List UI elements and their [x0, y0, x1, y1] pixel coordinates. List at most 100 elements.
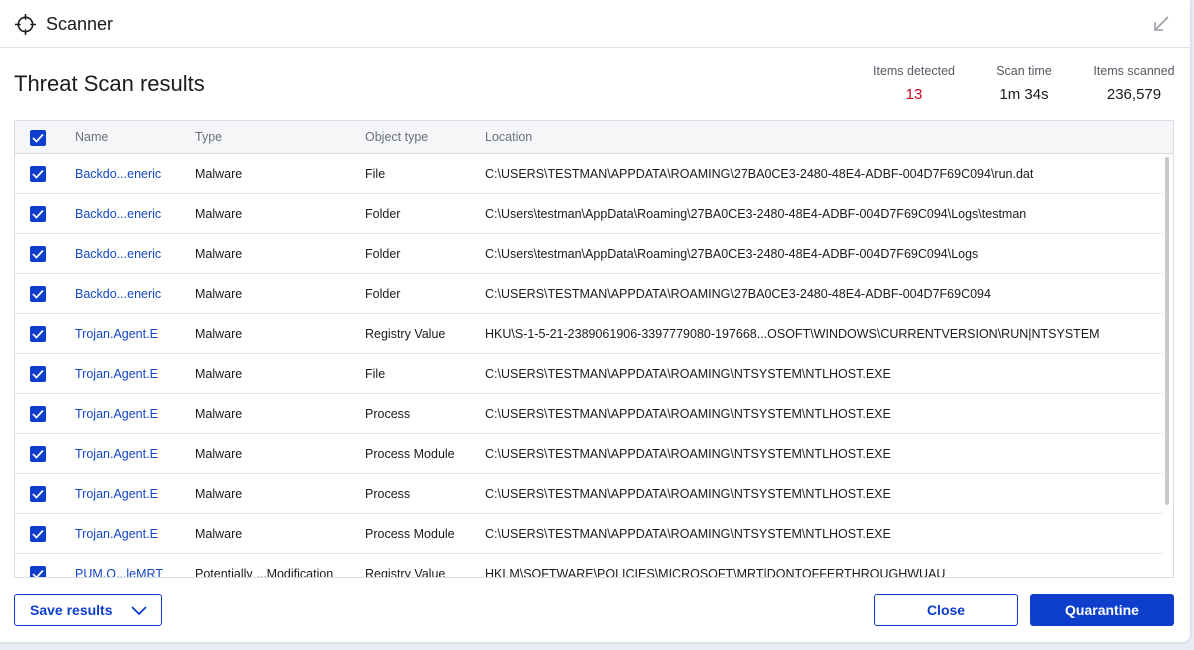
threat-location: C:\USERS\TESTMAN\APPDATA\ROAMING\NTSYSTE… — [485, 407, 891, 421]
threat-location: C:\Users\testman\AppData\Roaming\27BA0CE… — [485, 207, 1027, 221]
row-checkbox[interactable] — [30, 286, 46, 302]
object-type: File — [365, 167, 386, 181]
threat-location: C:\USERS\TESTMAN\APPDATA\ROAMING\27BA0CE… — [485, 287, 991, 301]
row-checkbox[interactable] — [30, 486, 46, 502]
stat-items-detected: Items detected 13 — [866, 64, 962, 103]
table-row[interactable]: Trojan.Agent.E Malware Registry Value HKU\S… — [15, 314, 1163, 354]
threat-type: Malware — [195, 327, 243, 341]
row-checkbox[interactable] — [30, 166, 46, 182]
threat-name-link[interactable]: Trojan.Agent.E — [75, 367, 187, 381]
threat-name-link[interactable]: Backdo...eneric — [75, 287, 187, 301]
collapse-arrow-icon[interactable] — [1152, 15, 1170, 33]
table-row[interactable]: Backdo...eneric Malware Folder C:\USERS\TES… — [15, 274, 1163, 314]
quarantine-button[interactable]: Quarantine — [1030, 594, 1174, 626]
checkmark-icon — [32, 449, 44, 459]
save-results-button[interactable]: Save results — [14, 594, 162, 626]
threat-name-link[interactable]: Backdo...eneric — [75, 167, 187, 181]
table-row[interactable]: PUM.O...leMRT Potentially ...Modification… — [15, 554, 1163, 578]
object-type: Folder — [365, 207, 401, 221]
table-body: Backdo...eneric Malware File C:\USERS\TESTM… — [15, 154, 1163, 578]
threat-location: C:\Users\testman\AppData\Roaming\27BA0CE… — [485, 247, 979, 261]
stat-value: 1m 34s — [999, 86, 1049, 103]
checkmark-icon — [32, 169, 44, 179]
row-checkbox[interactable] — [30, 326, 46, 342]
save-results-label: Save results — [30, 602, 113, 618]
checkmark-icon — [32, 369, 44, 379]
object-type: Process Module — [365, 527, 455, 541]
crosshair-icon — [14, 13, 37, 36]
checkmark-icon — [32, 529, 44, 539]
row-checkbox[interactable] — [30, 446, 46, 462]
row-checkbox[interactable] — [30, 406, 46, 422]
threat-type: Malware — [195, 407, 243, 421]
threat-type: Malware — [195, 167, 243, 181]
threat-name-link[interactable]: Trojan.Agent.E — [75, 527, 187, 541]
threat-name-link[interactable]: PUM.O...leMRT — [75, 567, 187, 577]
threat-location: C:\USERS\TESTMAN\APPDATA\ROAMING\NTSYSTE… — [485, 447, 891, 461]
table-row[interactable]: Trojan.Agent.E Malware Process C:\USERS\TES… — [15, 394, 1163, 434]
threat-location: C:\USERS\TESTMAN\APPDATA\ROAMING\NTSYSTE… — [485, 367, 891, 381]
object-type: Registry Value — [365, 327, 446, 341]
column-header-location[interactable]: Location — [485, 130, 532, 144]
threat-type: Malware — [195, 527, 243, 541]
stat-label: Scan time — [996, 64, 1052, 78]
close-label: Close — [926, 602, 966, 618]
checkmark-icon — [32, 133, 44, 143]
threat-type: Malware — [195, 487, 243, 501]
close-button[interactable]: Close — [874, 594, 1018, 626]
table-row[interactable]: Trojan.Agent.E Malware Process Module C:\US… — [15, 514, 1163, 554]
checkmark-icon — [32, 569, 44, 577]
checkmark-icon — [32, 249, 44, 259]
threat-type: Malware — [195, 247, 243, 261]
column-header-object-type[interactable]: Object type — [365, 130, 428, 144]
threat-type: Malware — [195, 287, 243, 301]
threat-type: Malware — [195, 367, 243, 381]
threat-name-link[interactable]: Backdo...eneric — [75, 247, 187, 261]
title-bar: Scanner — [0, 0, 1190, 48]
table-row[interactable]: Trojan.Agent.E Malware File C:\USERS\TESTMA… — [15, 354, 1163, 394]
row-checkbox[interactable] — [30, 526, 46, 542]
table-header: Name Type Object type Location — [15, 121, 1173, 154]
table-scrollbar[interactable] — [1165, 157, 1169, 505]
select-all-checkbox[interactable] — [30, 130, 46, 146]
table-row[interactable]: Trojan.Agent.E Malware Process C:\USERS\TES… — [15, 474, 1163, 514]
threat-name-link[interactable]: Trojan.Agent.E — [75, 327, 187, 341]
threat-type: Potentially ...Modification — [195, 567, 334, 578]
stat-label: Items scanned — [1093, 64, 1175, 78]
threat-name-link[interactable]: Backdo...eneric — [75, 207, 187, 221]
stat-items-scanned: Items scanned 236,579 — [1086, 64, 1182, 103]
threat-location: C:\USERS\TESTMAN\APPDATA\ROAMING\NTSYSTE… — [485, 527, 891, 541]
table-row[interactable]: Backdo...eneric Malware File C:\USERS\TESTM… — [15, 154, 1163, 194]
table-row[interactable]: Backdo...eneric Malware Folder C:\Users\tes… — [15, 194, 1163, 234]
checkmark-icon — [32, 489, 44, 499]
checkmark-icon — [32, 209, 44, 219]
row-checkbox[interactable] — [30, 206, 46, 222]
threat-name-link[interactable]: Trojan.Agent.E — [75, 407, 187, 421]
column-header-type[interactable]: Type — [195, 130, 222, 144]
row-checkbox[interactable] — [30, 246, 46, 262]
object-type: Folder — [365, 247, 401, 261]
checkmark-icon — [32, 289, 44, 299]
table-row[interactable]: Trojan.Agent.E Malware Process Module C:\US… — [15, 434, 1163, 474]
results-table: Name Type Object type Location Backdo...… — [14, 120, 1174, 578]
stat-value: 13 — [905, 86, 923, 103]
checkmark-icon — [32, 329, 44, 339]
object-type: Process Module — [365, 447, 455, 461]
object-type: Folder — [365, 287, 401, 301]
threat-location: C:\USERS\TESTMAN\APPDATA\ROAMING\27BA0CE… — [485, 167, 1034, 181]
object-type: Process — [365, 487, 411, 501]
column-header-name[interactable]: Name — [75, 130, 108, 144]
object-type: Process — [365, 407, 411, 421]
stat-scan-time: Scan time 1m 34s — [988, 64, 1060, 103]
threat-location: HKLM\SOFTWARE\POLICIES\MICROSOFT\MRT|DON… — [485, 567, 946, 578]
chevron-down-icon — [131, 606, 147, 616]
table-row[interactable]: Backdo...eneric Malware Folder C:\Users\tes… — [15, 234, 1163, 274]
scanner-window: Scanner Threat Scan results Items detect… — [0, 0, 1190, 642]
threat-name-link[interactable]: Trojan.Agent.E — [75, 447, 187, 461]
threat-location: HKU\S-1-5-21-2389061906-3397779080-19766… — [485, 327, 1100, 341]
object-type: Registry Value — [365, 567, 446, 578]
page-title: Threat Scan results — [14, 71, 205, 96]
row-checkbox[interactable] — [30, 566, 46, 577]
threat-name-link[interactable]: Trojan.Agent.E — [75, 487, 187, 501]
row-checkbox[interactable] — [30, 366, 46, 382]
